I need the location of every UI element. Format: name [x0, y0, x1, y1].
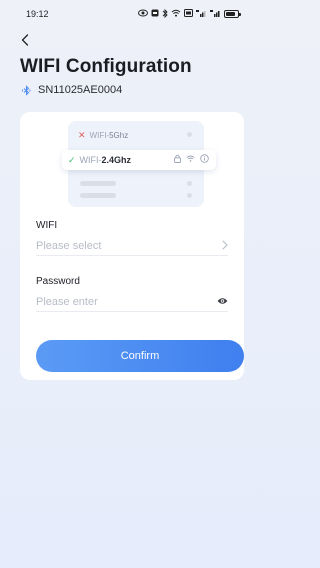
wifi-status-icon — [171, 9, 181, 19]
network-selected-row: ✓ WIFI-2.4Ghz — [62, 150, 216, 170]
device-serial: SN11025AE0004 — [38, 84, 123, 96]
network-rejected-band: 5Ghz — [109, 131, 129, 140]
chevron-right-icon — [222, 240, 228, 253]
alarm-icon — [151, 9, 159, 19]
status-time: 19:12 — [26, 9, 49, 19]
signal-1-icon — [196, 9, 207, 19]
placeholder-bar — [80, 181, 116, 186]
confirm-button[interactable]: Confirm — [36, 340, 244, 372]
placeholder-dot — [187, 132, 192, 137]
eye-icon — [138, 9, 148, 19]
password-label: Password — [36, 276, 80, 287]
network-selected-band: 2.4Ghz — [101, 155, 132, 165]
password-field[interactable]: Please enter — [36, 292, 228, 312]
signal-2-icon — [210, 9, 221, 19]
bluetooth-status-icon — [162, 8, 168, 20]
back-button[interactable] — [18, 33, 32, 47]
battery-icon — [224, 10, 241, 18]
cross-icon: ✕ — [78, 130, 86, 140]
placeholder-dot — [187, 181, 192, 186]
hd-icon — [184, 9, 193, 19]
password-placeholder: Please enter — [36, 295, 98, 308]
eye-toggle-icon[interactable] — [217, 296, 228, 308]
status-bar: 19:12 — [0, 0, 263, 28]
network-selected-prefix: WIFI- — [79, 155, 102, 165]
wifi-select[interactable]: Please select — [36, 236, 228, 256]
lock-icon — [174, 154, 181, 163]
status-icons — [138, 8, 241, 20]
network-row-icons — [174, 154, 209, 163]
config-card: ✕ WIFI-5Ghz ✓ WIFI-2.4Ghz WIFI Please se… — [20, 112, 244, 380]
network-rejected-prefix: WIFI- — [89, 131, 110, 140]
wifi-illustration: ✕ WIFI-5Ghz ✓ WIFI-2.4Ghz — [62, 121, 216, 207]
page-title: WIFI Configuration — [20, 56, 192, 77]
bluetooth-icon — [21, 84, 32, 96]
wifi-signal-icon — [186, 155, 195, 162]
wifi-placeholder: Please select — [36, 239, 102, 252]
wifi-label: WIFI — [36, 220, 58, 231]
network-rejected-row: ✕ WIFI-5Ghz — [78, 130, 128, 141]
placeholder-dot — [187, 193, 192, 198]
device-info: SN11025AE0004 — [21, 84, 122, 96]
chevron-left-icon — [21, 34, 29, 46]
check-icon: ✓ — [68, 154, 76, 165]
placeholder-bar — [80, 193, 116, 198]
info-icon — [200, 154, 209, 163]
